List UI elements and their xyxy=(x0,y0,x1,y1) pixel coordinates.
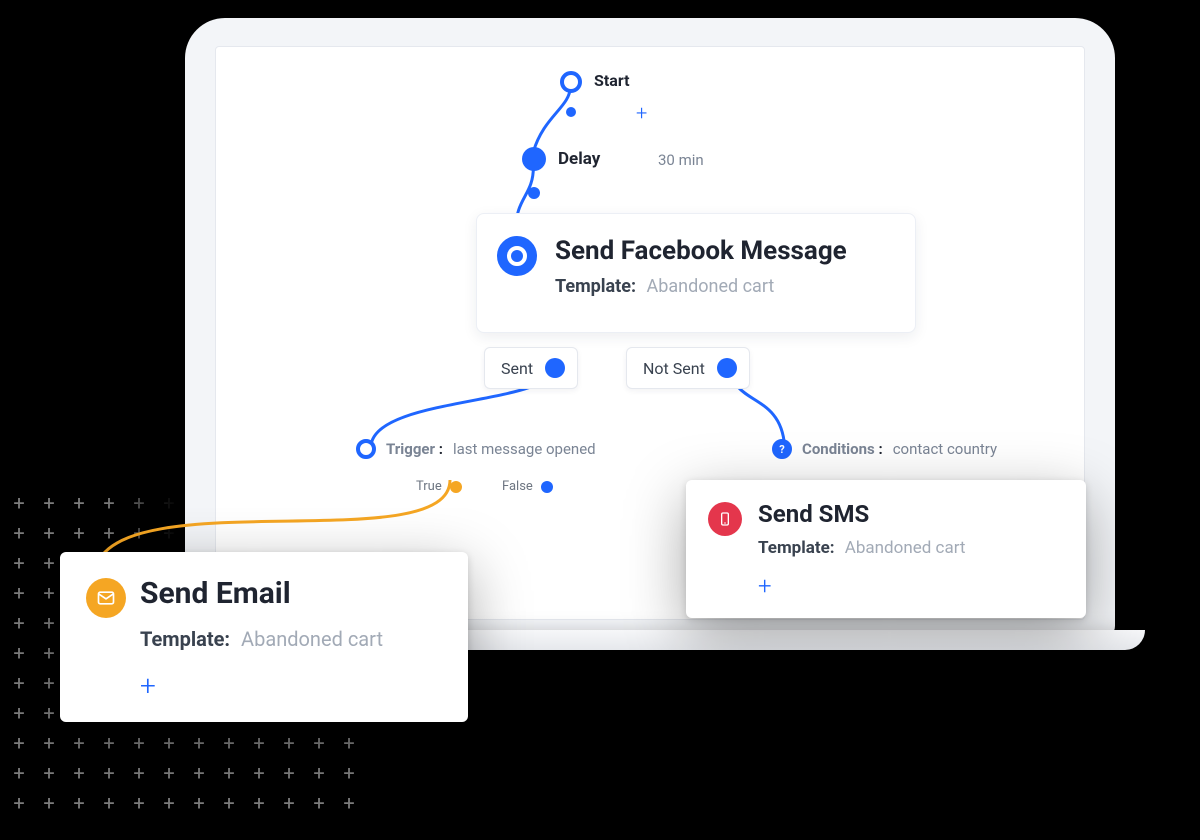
trigger-false[interactable]: False xyxy=(502,479,553,494)
conditions-value: contact country xyxy=(893,440,997,458)
email-template-value: Abandoned cart xyxy=(241,627,383,651)
branch-sent[interactable]: Sent xyxy=(484,347,578,389)
sms-template-value: Abandoned cart xyxy=(845,538,966,558)
add-after-sms[interactable]: + xyxy=(758,572,1060,600)
start-label: Start xyxy=(594,71,630,90)
branch-notsent-label: Not Sent xyxy=(643,359,705,378)
branch-notsent-dot xyxy=(717,358,737,378)
mail-icon xyxy=(86,578,126,618)
trigger-false-dot xyxy=(541,481,553,493)
delay-label: Delay xyxy=(558,149,600,169)
facebook-template-label: Template: xyxy=(555,276,636,297)
add-after-email[interactable]: + xyxy=(140,669,440,702)
delay-node-dot[interactable] xyxy=(522,147,546,171)
branch-sent-label: Sent xyxy=(501,359,533,378)
trigger-true-label: True xyxy=(416,479,442,494)
conditions-icon: ? xyxy=(772,439,792,459)
phone-icon xyxy=(708,502,742,536)
email-title: Send Email xyxy=(140,576,440,611)
sms-title: Send SMS xyxy=(758,500,1060,528)
trigger-false-label: False xyxy=(502,479,533,494)
conditions-node[interactable]: ? Conditions : contact country xyxy=(772,439,997,459)
trigger-icon xyxy=(356,439,376,459)
conditions-label: Conditions xyxy=(802,440,875,458)
email-template-label: Template: xyxy=(140,627,230,651)
facebook-title: Send Facebook Message xyxy=(555,236,891,266)
trigger-value: last message opened xyxy=(453,440,596,458)
trigger-node[interactable]: Trigger : last message opened xyxy=(356,439,596,459)
sms-template-label: Template: xyxy=(758,538,835,558)
delay-value: 30 min xyxy=(658,151,704,169)
trigger-true-dot xyxy=(450,481,462,493)
delay-out-dot xyxy=(528,187,540,199)
facebook-template-value: Abandoned cart xyxy=(647,276,775,297)
target-icon xyxy=(497,236,537,276)
start-node-dot[interactable] xyxy=(560,71,582,93)
send-email-node[interactable]: Send Email Template: Abandoned cart + xyxy=(60,552,468,722)
branch-not-sent[interactable]: Not Sent xyxy=(626,347,750,389)
send-sms-node[interactable]: Send SMS Template: Abandoned cart + xyxy=(686,480,1086,618)
add-after-start[interactable]: + xyxy=(636,103,647,123)
start-out-dot xyxy=(566,107,576,117)
trigger-true[interactable]: True xyxy=(416,479,462,494)
trigger-label: Trigger xyxy=(386,440,435,458)
send-facebook-node[interactable]: Send Facebook Message Template: Abandone… xyxy=(476,213,916,333)
branch-sent-dot xyxy=(545,358,565,378)
